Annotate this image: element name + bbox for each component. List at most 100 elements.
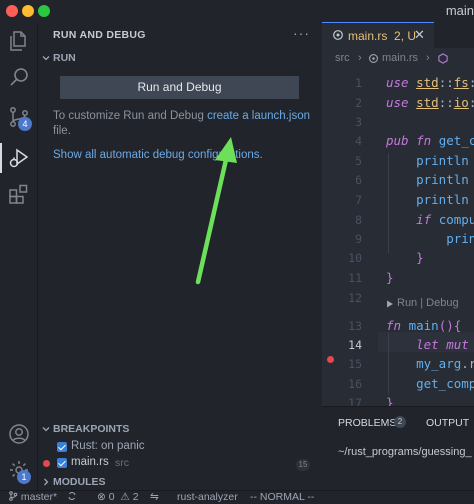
breakpoint-path: src bbox=[115, 457, 129, 469]
code-line[interactable]: println bbox=[386, 192, 469, 207]
problems-status[interactable]: ⊗ 0 ⚠ 2 bbox=[97, 491, 139, 504]
rust-file-icon bbox=[333, 30, 343, 40]
line-number: 2 bbox=[355, 96, 362, 110]
active-view-indicator bbox=[0, 143, 2, 173]
minimize-window-button[interactable] bbox=[22, 5, 34, 17]
create-launch-json-link[interactable]: create a launch.json bbox=[207, 110, 310, 122]
tab-bar: main.rs 2, U ✕ bbox=[322, 22, 474, 48]
account-icon[interactable] bbox=[7, 422, 31, 446]
hint-text: To customize Run and Debug bbox=[53, 110, 208, 122]
breakpoint-label[interactable]: main.rs bbox=[71, 456, 109, 468]
line-number: 12 bbox=[348, 291, 362, 305]
launch-json-hint: To customize Run and Debug create a laun… bbox=[53, 109, 313, 139]
breakpoint-dot-icon bbox=[43, 460, 50, 467]
more-actions-icon[interactable]: ··· bbox=[293, 25, 310, 41]
zoom-window-button[interactable] bbox=[38, 5, 50, 17]
breadcrumb-separator: › bbox=[426, 52, 430, 64]
sidebar-title: RUN AND DEBUG bbox=[53, 29, 146, 41]
code-line[interactable]: use std::io:: bbox=[386, 95, 474, 110]
breakpoints-section-title[interactable]: BREAKPOINTS bbox=[53, 423, 129, 435]
branch-status[interactable]: master* bbox=[8, 491, 57, 504]
code-line[interactable]: get_comp bbox=[386, 376, 474, 391]
run-code-lens-icon bbox=[387, 300, 393, 308]
line-number: 6 bbox=[355, 173, 362, 187]
breakpoint-label[interactable]: Rust: on panic bbox=[71, 440, 145, 452]
title-bar: main bbox=[0, 0, 474, 22]
window-title: main bbox=[445, 3, 474, 18]
explorer-icon[interactable] bbox=[7, 29, 31, 53]
line-number: 10 bbox=[348, 251, 362, 265]
line-number: 5 bbox=[355, 154, 362, 168]
line-number: 15 bbox=[348, 357, 362, 371]
chevron-down-icon[interactable] bbox=[41, 424, 51, 434]
rust-file-icon bbox=[369, 54, 378, 63]
close-tab-icon[interactable]: ✕ bbox=[414, 27, 425, 43]
modules-section-title[interactable]: MODULES bbox=[53, 476, 106, 488]
warning-count: 2 bbox=[132, 491, 139, 503]
run-debug-icon[interactable] bbox=[7, 146, 31, 170]
code-line[interactable]: pub fn get_c bbox=[386, 133, 474, 148]
git-branch-icon bbox=[9, 491, 18, 501]
code-line[interactable]: my_arg.r bbox=[386, 356, 474, 371]
run-and-debug-button[interactable]: Run and Debug bbox=[60, 76, 299, 99]
run-section-title[interactable]: RUN bbox=[53, 52, 76, 64]
run-debug-sidebar: RUN AND DEBUG ··· RUN Run and Debug To c… bbox=[38, 22, 322, 490]
tab-main-rs[interactable]: main.rs 2, U ✕ bbox=[322, 22, 434, 48]
line-number: 3 bbox=[355, 115, 362, 129]
tab-label: main.rs 2, U bbox=[348, 29, 416, 43]
code-line[interactable]: println bbox=[386, 153, 469, 168]
run-debug-code-lens[interactable]: Run | Debug bbox=[397, 297, 459, 309]
code-line[interactable]: let mut bbox=[386, 337, 469, 352]
show-debug-configurations-link[interactable]: Show all automatic debug configurations. bbox=[53, 149, 263, 161]
line-number: 7 bbox=[355, 193, 362, 207]
hint-text-end: file. bbox=[53, 125, 71, 137]
source-control-badge: 4 bbox=[18, 117, 32, 131]
code-line[interactable]: } bbox=[386, 270, 394, 285]
code-line[interactable]: } bbox=[386, 250, 424, 265]
code-line[interactable]: prin bbox=[386, 231, 474, 246]
chevron-down-icon[interactable] bbox=[41, 53, 51, 63]
error-count: 0 bbox=[108, 491, 115, 503]
symbol-method-icon bbox=[438, 53, 448, 64]
code-line[interactable]: fn main(){ bbox=[386, 318, 461, 333]
breadcrumb-separator: › bbox=[358, 52, 362, 64]
warning-icon: ⚠ bbox=[117, 491, 130, 503]
line-number: 13 bbox=[348, 319, 362, 333]
remote-icon[interactable]: ⇋ bbox=[150, 491, 159, 504]
sync-icon[interactable] bbox=[67, 491, 77, 504]
problems-count-badge: 2 bbox=[394, 416, 406, 428]
close-window-button[interactable] bbox=[6, 5, 18, 17]
account-badge: 1 bbox=[17, 470, 31, 484]
line-number: 1 bbox=[355, 76, 362, 90]
editor-area: main.rs 2, U ✕ src › main.rs › 1 use std:… bbox=[322, 22, 474, 490]
status-bar: master* ⊗ 0 ⚠ 2 ⇋ rust-analyzer -- NORMA… bbox=[0, 490, 474, 504]
chevron-right-icon[interactable] bbox=[41, 477, 51, 487]
line-number: 16 bbox=[348, 377, 362, 391]
rust-analyzer-status[interactable]: rust-analyzer bbox=[177, 491, 238, 504]
tab-filename: main.rs bbox=[348, 29, 388, 43]
bottom-panel: PROBLEMS 2 OUTPUT ~/rust_programs/guessi… bbox=[322, 406, 474, 490]
breakpoint-line-badge: 15 bbox=[296, 459, 310, 471]
terminal-prompt[interactable]: ~/rust_programs/guessing_ bbox=[338, 446, 472, 458]
line-number: 11 bbox=[348, 271, 362, 285]
code-line[interactable]: println bbox=[386, 172, 469, 187]
breadcrumb-folder[interactable]: src bbox=[335, 52, 350, 64]
search-icon[interactable] bbox=[7, 65, 31, 89]
breadcrumb-file[interactable]: main.rs bbox=[382, 52, 418, 64]
code-line[interactable]: use std::fs:: bbox=[386, 75, 474, 90]
code-line[interactable]: if compu bbox=[386, 212, 474, 227]
line-number: 14 bbox=[348, 338, 362, 352]
tab-problems[interactable]: PROBLEMS bbox=[338, 417, 396, 429]
line-number: 9 bbox=[355, 232, 362, 246]
breakpoint-checkbox[interactable] bbox=[57, 442, 67, 452]
tab-output[interactable]: OUTPUT bbox=[426, 417, 469, 429]
line-number: 4 bbox=[355, 134, 362, 148]
activity-bar: 4 1 bbox=[0, 22, 38, 490]
breakpoint-checkbox[interactable] bbox=[57, 458, 67, 468]
tab-status: 2, U bbox=[394, 29, 417, 43]
vim-mode-status: -- NORMAL -- bbox=[250, 491, 315, 503]
extensions-icon[interactable] bbox=[7, 182, 31, 206]
branch-name: master* bbox=[20, 491, 58, 503]
line-number: 8 bbox=[355, 213, 362, 227]
error-icon: ⊗ bbox=[97, 491, 106, 503]
